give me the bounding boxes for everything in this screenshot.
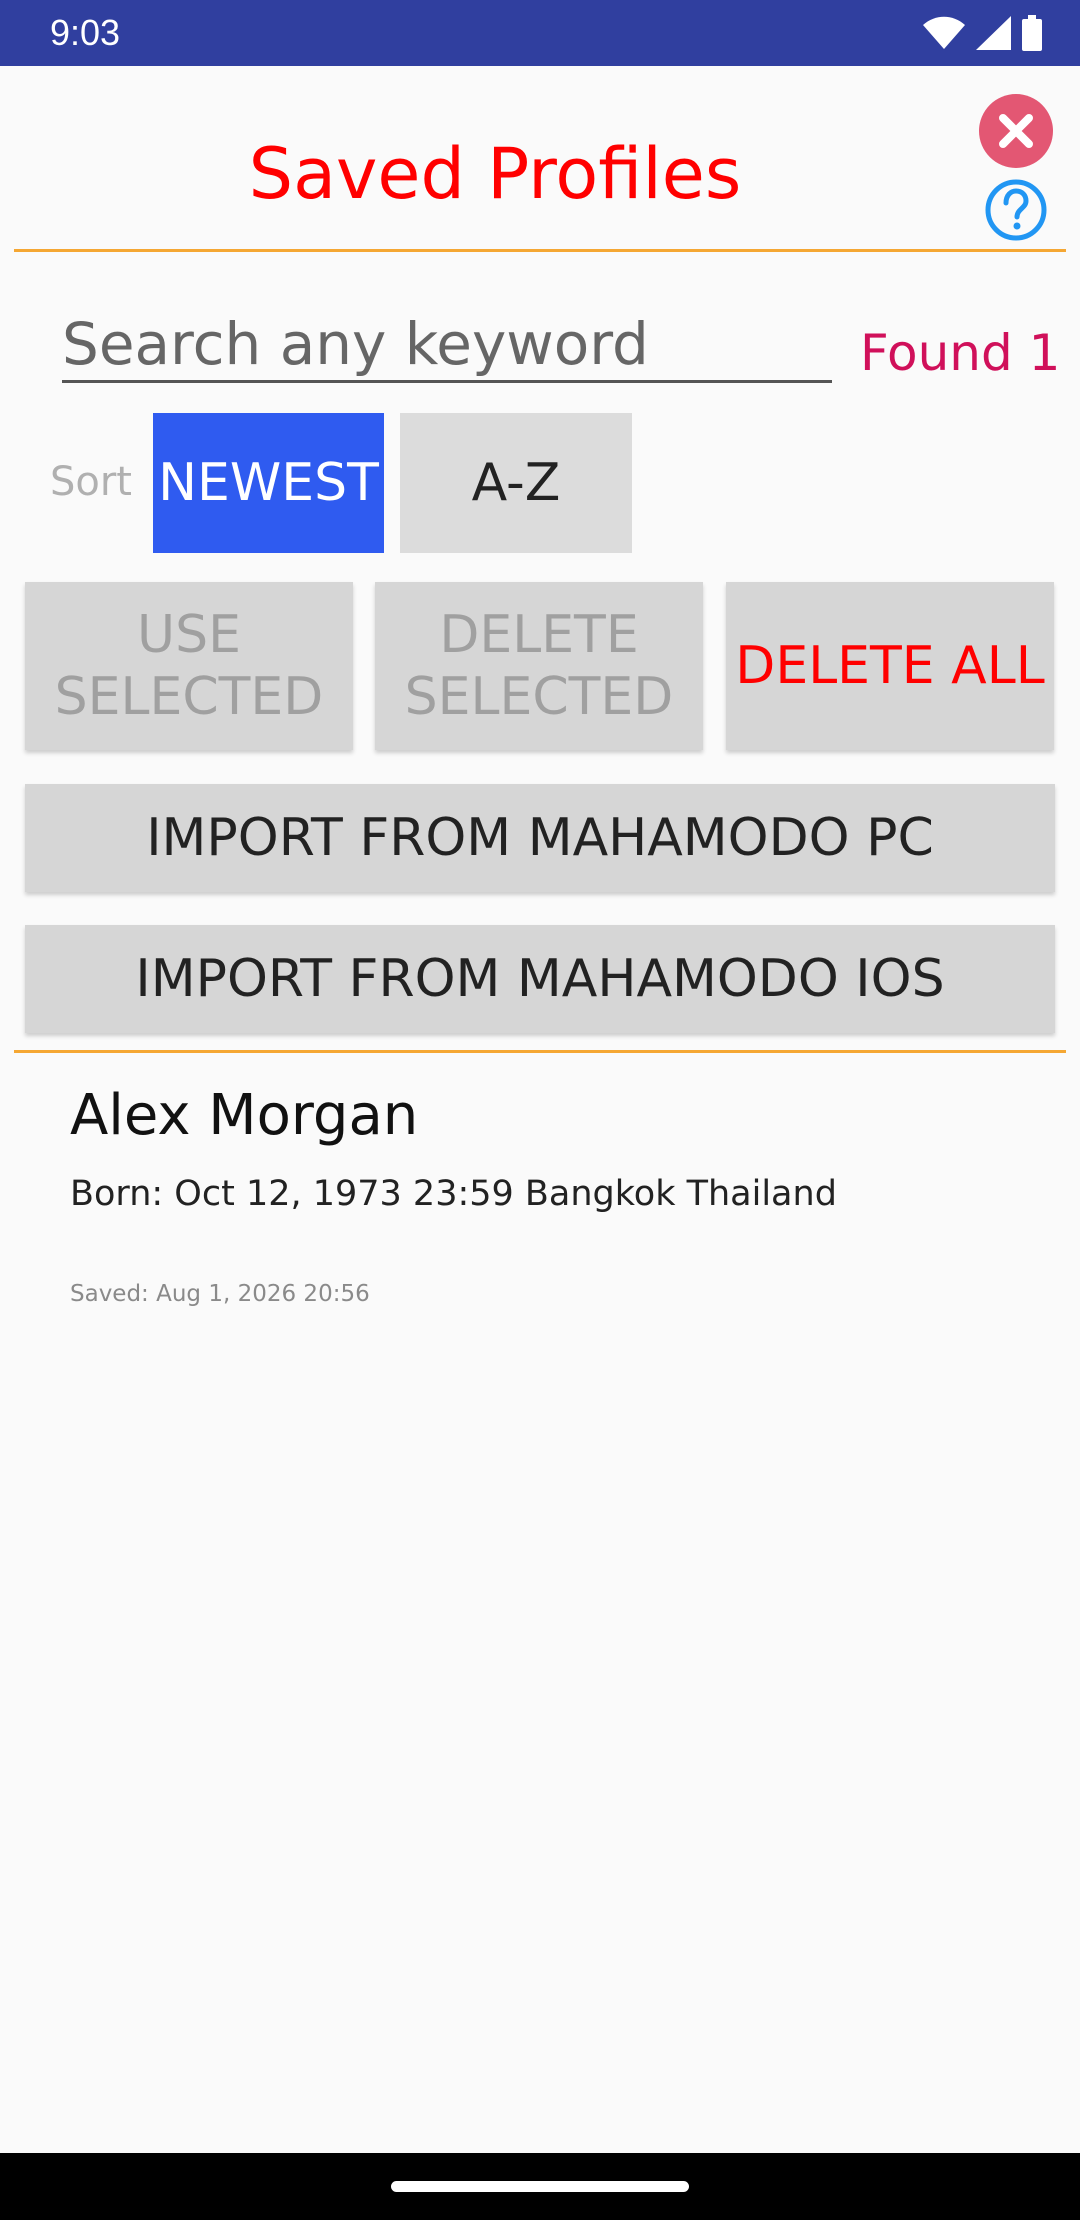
- list-divider: [14, 1050, 1066, 1053]
- import-pc-button[interactable]: IMPORT FROM MAHAMODO PC: [25, 784, 1055, 892]
- search-input[interactable]: [62, 308, 832, 383]
- header-divider: [14, 249, 1066, 252]
- profile-birth-info: Born: Oct 12, 1973 23:59 Bangkok Thailan…: [70, 1174, 837, 1214]
- status-icons: [922, 14, 1042, 52]
- signal-icon: [976, 16, 1012, 50]
- saved-profiles-screen: 9:03 Saved Profiles Found 1 Sor: [0, 0, 1080, 2220]
- sort-newest-button[interactable]: NEWEST: [153, 413, 384, 553]
- status-bar: 9:03: [0, 0, 1080, 66]
- battery-icon: [1022, 15, 1042, 51]
- profile-list-item[interactable]: Alex Morgan Born: Oct 12, 1973 23:59 Ban…: [0, 1060, 1080, 1330]
- wifi-icon: [922, 16, 966, 50]
- sort-label: Sort: [50, 459, 132, 505]
- found-count: Found 1: [860, 324, 1061, 382]
- home-handle[interactable]: [391, 2181, 689, 2192]
- close-button[interactable]: [979, 94, 1053, 168]
- page-title: Saved Profiles: [248, 133, 742, 215]
- status-time: 9:03: [50, 12, 121, 53]
- profile-saved-date: Saved: Aug 1, 2026 20:56: [70, 1281, 370, 1307]
- delete-selected-button[interactable]: DELETE SELECTED: [375, 582, 703, 750]
- help-button[interactable]: [984, 178, 1048, 242]
- close-icon: [999, 114, 1033, 148]
- import-ios-button[interactable]: IMPORT FROM MAHAMODO IOS: [25, 925, 1055, 1033]
- profile-name: Alex Morgan: [70, 1083, 419, 1148]
- sort-az-button[interactable]: A-Z: [400, 413, 632, 553]
- navigation-bar: [0, 2153, 1080, 2220]
- delete-all-button[interactable]: DELETE ALL: [726, 582, 1054, 750]
- use-selected-button[interactable]: USE SELECTED: [25, 582, 353, 750]
- help-icon: [985, 179, 1047, 241]
